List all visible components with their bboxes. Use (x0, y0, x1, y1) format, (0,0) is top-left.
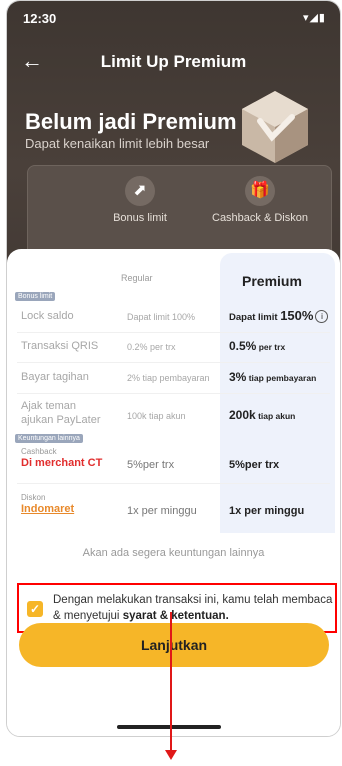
row-regular: 100k tiap akun (127, 411, 186, 421)
consent-text: Dengan melakukan transaksi ini, kamu tel… (53, 592, 333, 624)
cashback-label: Cashback (21, 447, 57, 456)
divider (17, 393, 330, 394)
more-benefits-text: Akan ada segera keuntungan lainnya (82, 547, 265, 559)
top-bar: ← Limit Up Premium (7, 47, 340, 77)
benefits-card: ⬈ Bonus limit 🎁 Cashback & Diskon (27, 165, 332, 262)
section-tag-bonus: Bonus limit (15, 292, 56, 301)
premium-header: Premium (242, 273, 302, 289)
annotation-arrow-head (165, 750, 177, 760)
lanjutkan-button[interactable]: Lanjutkan (19, 623, 329, 667)
status-bar: 12:30 ▾◢▮ (23, 9, 326, 27)
phone-screen: 12:30 ▾◢▮ ← Limit Up Premium Belum jadi … (6, 0, 341, 737)
row-label: Lock saldo (21, 310, 74, 322)
row-premium: 200k tiap akun (229, 408, 295, 422)
cashback-merchant: Di merchant CT (21, 457, 103, 469)
row-premium-big: 150% (280, 308, 314, 323)
diskon-regular: 1x per minggu (127, 505, 197, 517)
status-time: 12:30 (23, 11, 57, 26)
benefit-label: Bonus limit (113, 212, 167, 224)
divider (17, 332, 330, 333)
diskon-label: Diskon (21, 493, 46, 502)
consent-checkbox[interactable]: ✓ (27, 601, 43, 617)
home-indicator (117, 725, 221, 729)
diskon-merchant-link[interactable]: Indomaret (21, 503, 74, 515)
regular-header: Regular (121, 273, 153, 283)
row-premium-text: Dapat limit (229, 312, 281, 323)
row-label: Ajak teman ajukan PayLater (21, 400, 101, 426)
row-premium: Dapat limit 150% i (229, 308, 329, 323)
row-premium-text: 0.5% (229, 339, 257, 353)
cashback-regular: 5%per trx (127, 459, 175, 471)
rocket-icon: ⬈ (125, 176, 155, 206)
hero-title: Belum jadi Premium (25, 109, 237, 134)
gift-icon: 🎁 (245, 176, 275, 206)
divider (17, 362, 330, 363)
annotation-arrow-line (170, 612, 172, 752)
premium-badge-icon (242, 91, 308, 163)
row-premium-unit: per trx (256, 342, 286, 352)
row-premium: 0.5% per trx (229, 339, 285, 353)
benefit-bonus-limit: ⬈ Bonus limit (80, 176, 200, 224)
cashback-premium: 5%per trx (229, 459, 280, 471)
page-title: Limit Up Premium (100, 52, 247, 71)
diskon-premium: 1x per minggu (229, 505, 305, 517)
terms-link[interactable]: syarat & ketentuan. (123, 610, 229, 622)
row-label: Transaksi QRIS (21, 340, 99, 352)
row-premium-unit: tiap akun (255, 411, 296, 421)
row-premium-text: 200k (229, 408, 256, 422)
row-regular: 0.2% per trx (127, 342, 176, 352)
benefit-label: Cashback & Diskon (212, 212, 308, 224)
row-regular: 2% tiap pembayaran (127, 373, 210, 383)
row-regular: Dapat limit 100% (127, 312, 196, 322)
divider (17, 483, 330, 484)
signal-battery-icon: ▾◢▮ (302, 12, 326, 24)
section-tag-other: Keuntungan lainnya (15, 434, 83, 443)
row-premium: 3% tiap pembayaran (229, 370, 316, 384)
info-icon[interactable]: i (315, 310, 329, 323)
hero-subtitle: Dapat kenaikan limit lebih besar (25, 136, 210, 151)
benefit-cashback-diskon: 🎁 Cashback & Diskon (200, 176, 320, 224)
row-premium-text: 3% (229, 370, 247, 384)
hero-section: 12:30 ▾◢▮ ← Limit Up Premium Belum jadi … (7, 1, 340, 281)
row-label: Bayar tagihan (21, 371, 89, 383)
row-premium-unit: tiap pembayaran (246, 373, 317, 383)
